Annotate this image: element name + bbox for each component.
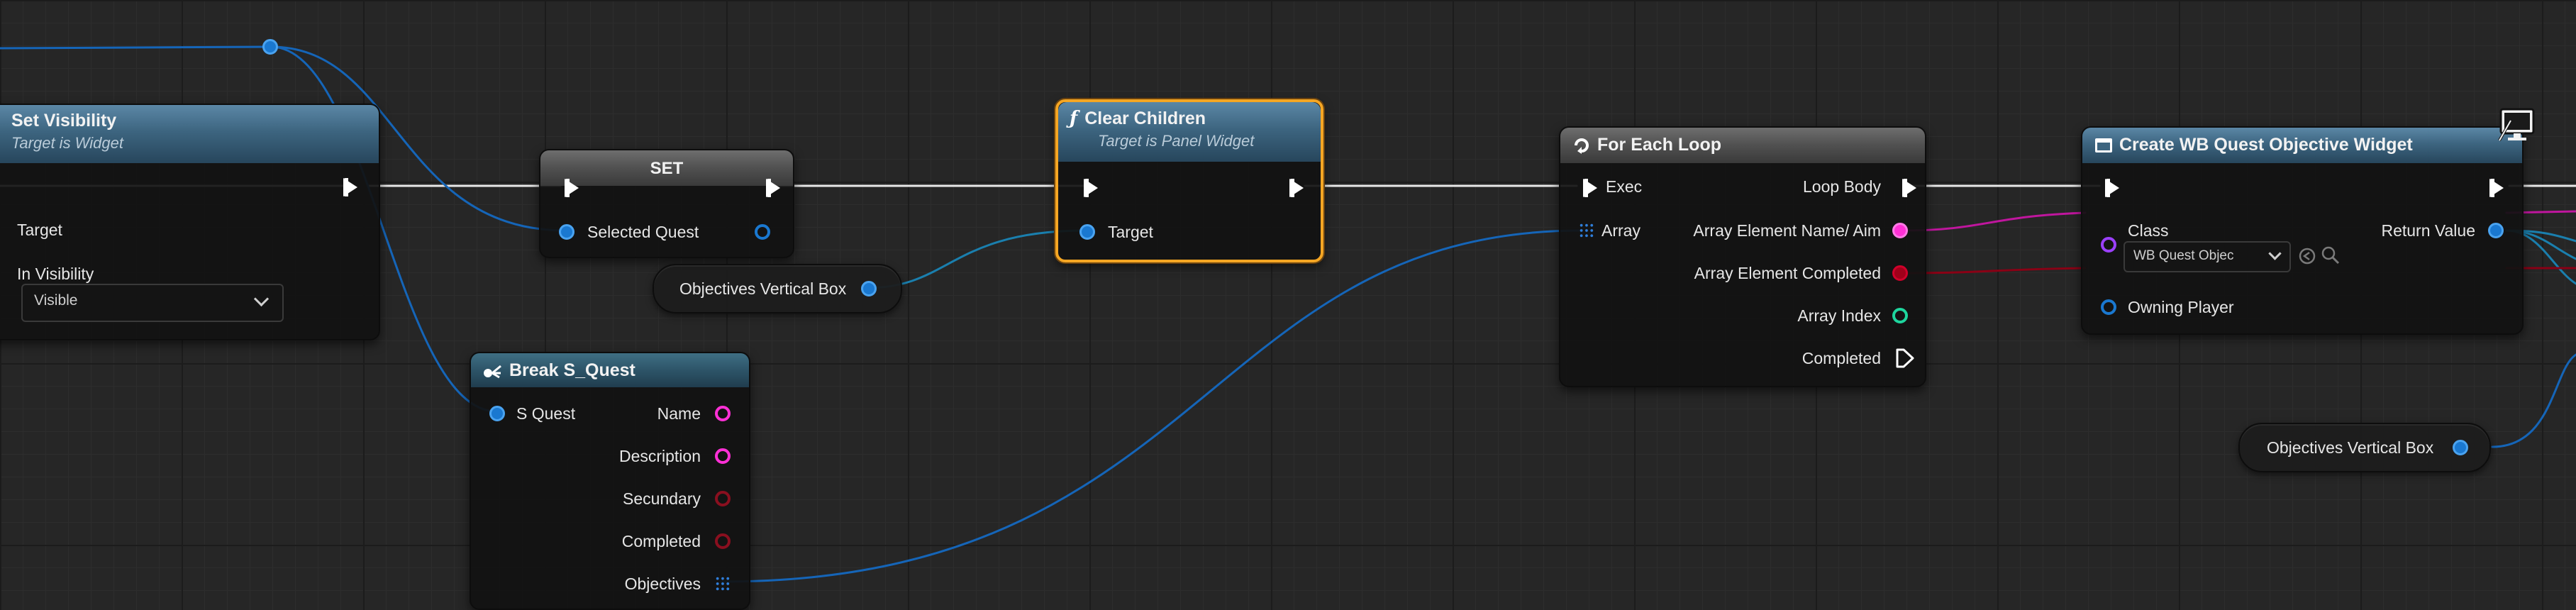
use-selected-asset-icon[interactable] <box>2298 247 2316 265</box>
set-node[interactable]: SET Selected Quest <box>539 149 794 258</box>
visibility-value: Visible <box>34 292 78 309</box>
s-quest-label: S Quest <box>516 404 576 423</box>
exec-in-pin[interactable] <box>1583 179 1597 197</box>
node-title: Clear Children <box>1084 109 1206 128</box>
exec-label: Exec <box>1606 177 1643 196</box>
node-header: ƒ Clear Children Target is Panel Widget <box>1058 102 1321 162</box>
class-value: WB Quest Objec <box>2133 248 2234 263</box>
description-out-pin[interactable] <box>715 448 731 464</box>
exec-out-pin[interactable] <box>2489 179 2504 197</box>
selected-quest-label: Selected Quest <box>587 223 699 241</box>
objectives-label: Objectives <box>624 575 701 593</box>
target-label: Target <box>17 221 62 239</box>
class-pin[interactable] <box>2101 237 2116 253</box>
node-header: Break S_Quest <box>471 353 749 387</box>
string-wire <box>1899 211 2087 232</box>
return-value-pin[interactable] <box>2488 223 2504 238</box>
visibility-dropdown[interactable]: Visible <box>21 284 284 322</box>
class-label: Class <box>2128 221 2169 240</box>
array-element-completed-label: Array Element Completed <box>1694 264 1881 282</box>
exec-in-pin[interactable] <box>1084 179 1098 197</box>
for-each-loop-node[interactable]: For Each Loop Exec Loop Body Array Array… <box>1559 126 1926 387</box>
node-title: Break S_Quest <box>509 360 635 380</box>
array-grid-icon[interactable] <box>1579 223 1594 238</box>
array-element-name-pin[interactable] <box>1892 223 1908 238</box>
selected-quest-out-pin[interactable] <box>755 224 770 240</box>
array-grid-icon[interactable] <box>715 576 731 592</box>
node-header: For Each Loop <box>1560 128 1925 163</box>
node-title: Create WB Quest Objective Widget <box>2119 135 2413 155</box>
exec-out-pin[interactable] <box>766 179 780 197</box>
return-value-label: Return Value <box>2381 221 2475 240</box>
clear-children-node[interactable]: ƒ Clear Children Target is Panel Widget T… <box>1055 99 1323 262</box>
exec-in-pin[interactable] <box>565 179 579 197</box>
node-header: Create WB Quest Objective Widget <box>2082 128 2522 163</box>
monitor-icon <box>2498 108 2535 141</box>
variable-label: Objectives Vertical Box <box>2267 438 2434 457</box>
set-visibility-node[interactable]: Set Visibility Target is Widget Target I… <box>0 104 380 340</box>
in-visibility-label: In Visibility <box>17 265 94 283</box>
array-element-completed-pin[interactable] <box>1892 265 1908 281</box>
object-wire <box>2491 353 2576 448</box>
completed-out-pin[interactable] <box>715 533 731 549</box>
node-header: Set Visibility Target is Widget <box>0 105 379 163</box>
bool-wire <box>1899 267 2087 274</box>
exec-out-pin[interactable] <box>343 178 357 196</box>
name-out-pin[interactable] <box>715 406 731 421</box>
chevron-down-icon <box>253 291 270 307</box>
variable-out-pin[interactable] <box>2453 440 2468 455</box>
object-wire <box>0 45 272 50</box>
array-element-name-label: Array Element Name/ Aim <box>1693 221 1881 240</box>
function-icon: ƒ <box>1070 108 1078 129</box>
variable-out-pin[interactable] <box>861 281 877 296</box>
loop-macro-icon <box>1575 138 1589 155</box>
selected-quest-in-pin[interactable] <box>559 224 574 240</box>
node-title: Set Visibility <box>11 111 117 131</box>
completed-exec-pin[interactable] <box>1895 348 1915 369</box>
owning-player-label: Owning Player <box>2128 298 2234 316</box>
exec-in-pin[interactable] <box>2105 179 2119 197</box>
break-struct-icon <box>484 365 501 379</box>
array-label: Array <box>1601 221 1640 240</box>
array-index-label: Array Index <box>1797 306 1881 325</box>
variable-label: Objectives Vertical Box <box>679 279 847 298</box>
reroute-node[interactable] <box>262 39 278 55</box>
node-title: SET <box>650 159 684 178</box>
target-label: Target <box>1108 223 1153 241</box>
loop-body-exec-pin[interactable] <box>1902 179 1916 197</box>
break-s-quest-node[interactable]: Break S_Quest S Quest Name Description S… <box>470 352 750 610</box>
secundary-label: Secundary <box>623 489 701 508</box>
browse-search-icon[interactable] <box>2321 245 2341 265</box>
exec-out-pin[interactable] <box>1289 179 1304 197</box>
completed-label: Completed <box>621 532 701 550</box>
secundary-out-pin[interactable] <box>715 491 731 506</box>
create-widget-node[interactable]: Create WB Quest Objective Widget Class W… <box>2081 126 2524 335</box>
node-subtitle: Target is Widget <box>11 134 123 152</box>
name-label: Name <box>657 404 701 423</box>
chevron-down-icon <box>2268 247 2282 260</box>
description-label: Description <box>618 447 701 465</box>
owning-player-pin[interactable] <box>2101 299 2116 315</box>
widget-icon <box>2095 138 2112 153</box>
class-dropdown[interactable]: WB Quest Objec <box>2123 241 2291 272</box>
completed-label: Completed <box>1801 349 1881 367</box>
s-quest-in-pin[interactable] <box>489 406 505 421</box>
array-index-pin[interactable] <box>1892 308 1908 323</box>
loop-body-label: Loop Body <box>1803 177 1881 196</box>
target-pin[interactable] <box>1079 224 1095 240</box>
node-title: For Each Loop <box>1597 135 1721 155</box>
node-subtitle: Target is Panel Widget <box>1098 132 1255 150</box>
objectives-vertical-box-getter[interactable]: Objectives Vertical Box <box>653 264 902 314</box>
objectives-vertical-box-getter[interactable]: Objectives Vertical Box <box>2238 423 2491 472</box>
